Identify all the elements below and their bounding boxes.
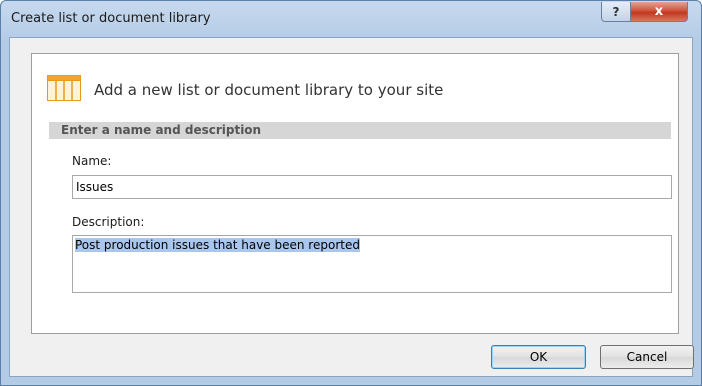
- name-input[interactable]: [72, 175, 672, 199]
- help-button[interactable]: ?: [601, 2, 631, 22]
- section-header: Enter a name and description: [49, 122, 671, 139]
- description-selected-text: Post production issues that have been re…: [75, 238, 360, 252]
- close-icon: x: [654, 4, 664, 19]
- dialog-window: Create list or document library ? x Add …: [0, 0, 702, 386]
- ok-button-label: OK: [529, 350, 548, 364]
- close-button[interactable]: x: [630, 2, 688, 22]
- dialog-title: Create list or document library: [11, 11, 211, 26]
- ok-button[interactable]: OK: [491, 345, 586, 369]
- title-bar[interactable]: Create list or document library ? x: [1, 1, 701, 37]
- description-label: Description:: [72, 215, 145, 229]
- section-title: Enter a name and description: [61, 123, 262, 137]
- cancel-button-label: Cancel: [626, 350, 668, 364]
- dialog-body: Add a new list or document library to yo…: [9, 37, 694, 377]
- cancel-button[interactable]: Cancel: [600, 345, 694, 369]
- description-textarea[interactable]: Post production issues that have been re…: [72, 235, 672, 293]
- help-icon: ?: [612, 4, 620, 19]
- content-panel: Add a new list or document library to yo…: [31, 53, 679, 334]
- header-heading: Add a new list or document library to yo…: [94, 81, 444, 99]
- name-label: Name:: [72, 154, 112, 168]
- list-table-icon: [47, 75, 81, 101]
